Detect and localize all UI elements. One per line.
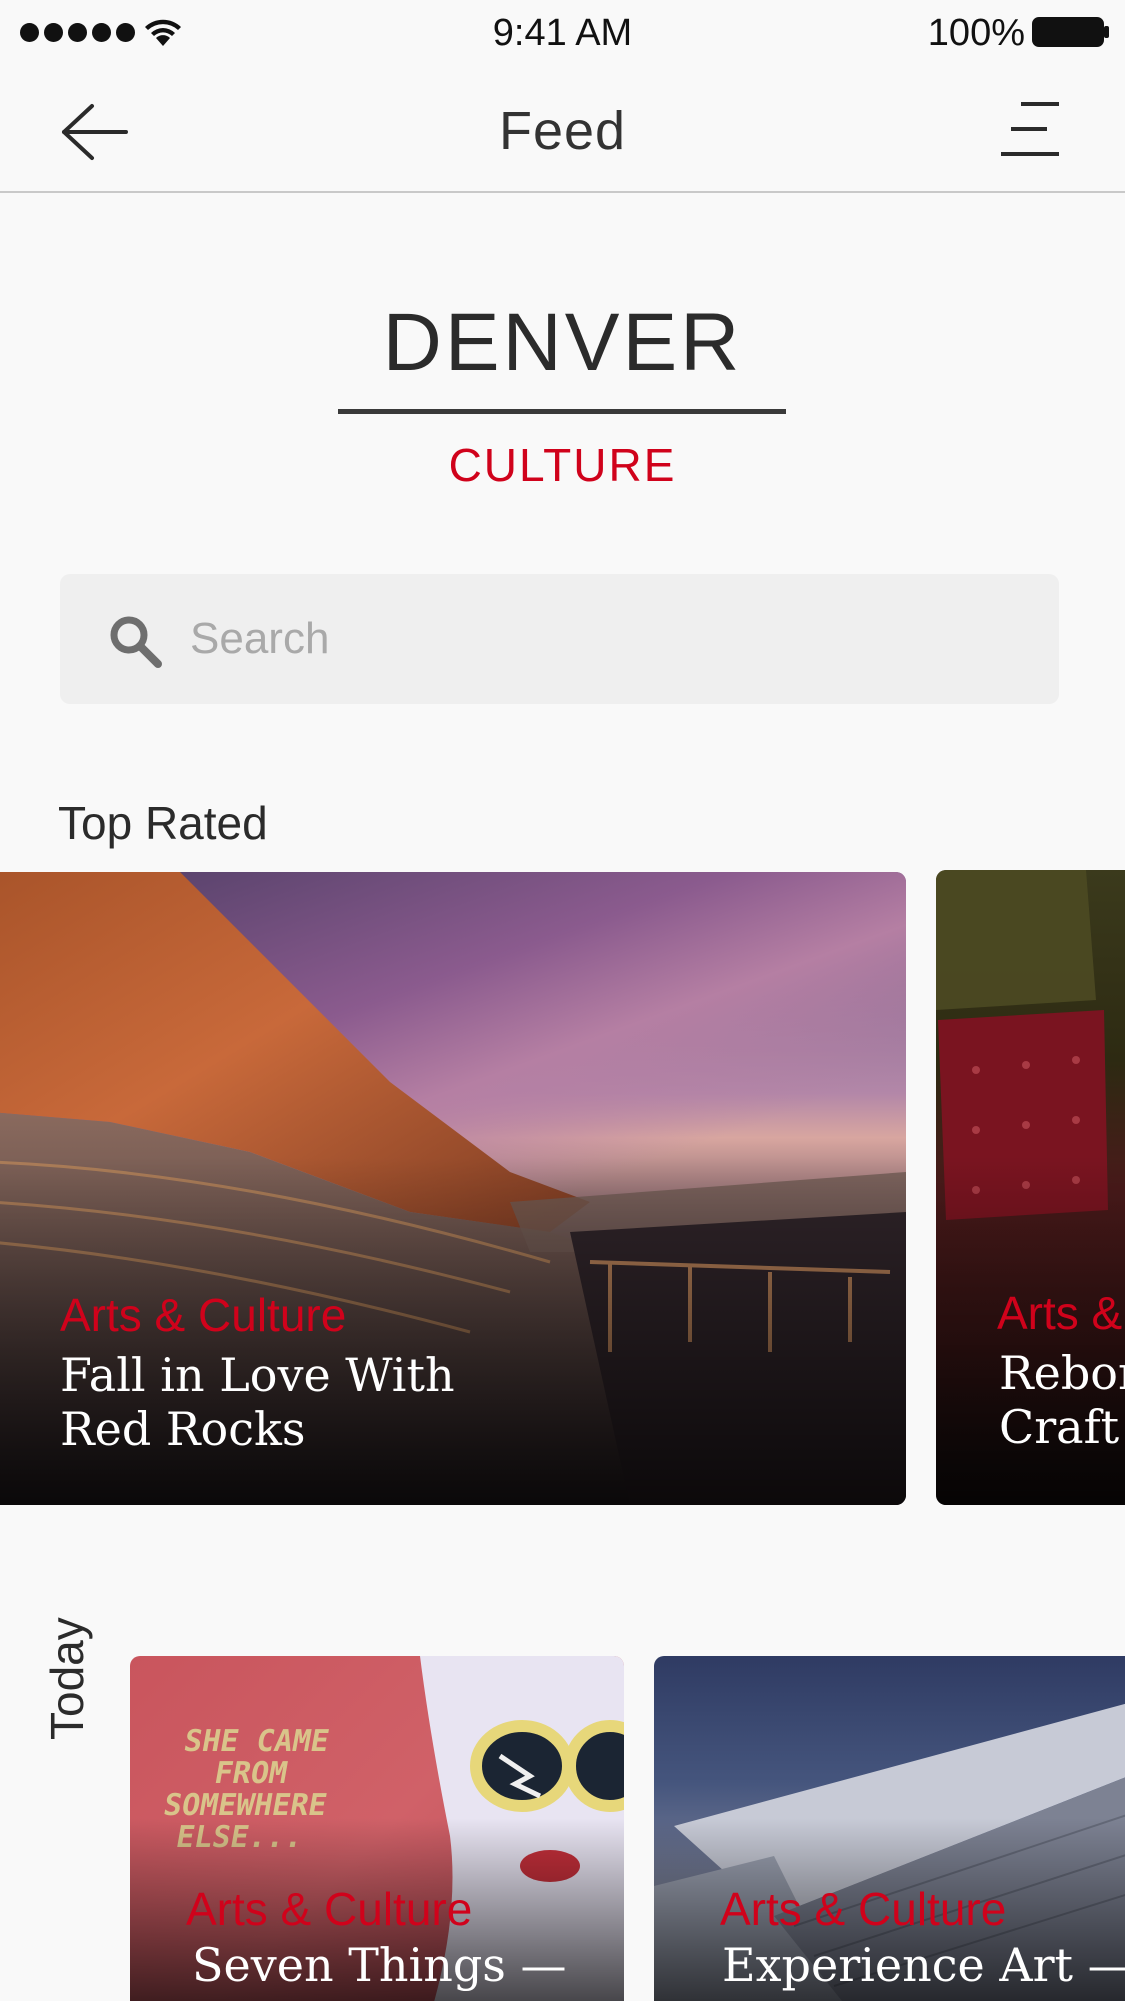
menu-icon[interactable] [999, 100, 1061, 158]
page-title: Feed [498, 101, 627, 161]
card-category: Arts & [997, 1287, 1123, 1339]
search-icon [110, 616, 162, 668]
category-subtitle: CULTURE [448, 439, 677, 491]
search-bar[interactable] [60, 574, 1059, 704]
card-title: Fall in Love With Red Rocks [60, 1348, 455, 1456]
city-title: DENVER [382, 297, 743, 388]
card-title: Experience Art — [722, 1938, 1125, 1992]
top-rated-card[interactable]: Arts & Culture Fall in Love With Red Roc… [0, 872, 906, 1505]
battery-percentage: 100% [927, 12, 1025, 54]
card-category: Arts & Culture [186, 1883, 473, 1935]
section-title-today: Today [41, 1617, 93, 1740]
card-title: Seven Things — [192, 1938, 567, 1992]
card-category: Arts & Culture [60, 1289, 347, 1341]
section-title-top-rated: Top Rated [58, 797, 268, 849]
battery-icon [1032, 17, 1109, 47]
today-card[interactable]: Arts & Culture Experience Art — [654, 1656, 1125, 2001]
search-input[interactable] [190, 574, 1030, 704]
top-rated-card[interactable]: Arts & Reborn Craft C [936, 870, 1125, 1505]
status-bar: 9:41 AM 100% [0, 0, 1125, 66]
card-title: Reborn Craft C [999, 1346, 1125, 1454]
nav-bar: Feed [0, 66, 1125, 193]
card-category: Arts & Culture [720, 1883, 1007, 1935]
title-divider [338, 409, 786, 414]
today-card[interactable]: SHE CAME FROM SOMEWHERE ELSE... Arts & C… [130, 1656, 624, 2001]
